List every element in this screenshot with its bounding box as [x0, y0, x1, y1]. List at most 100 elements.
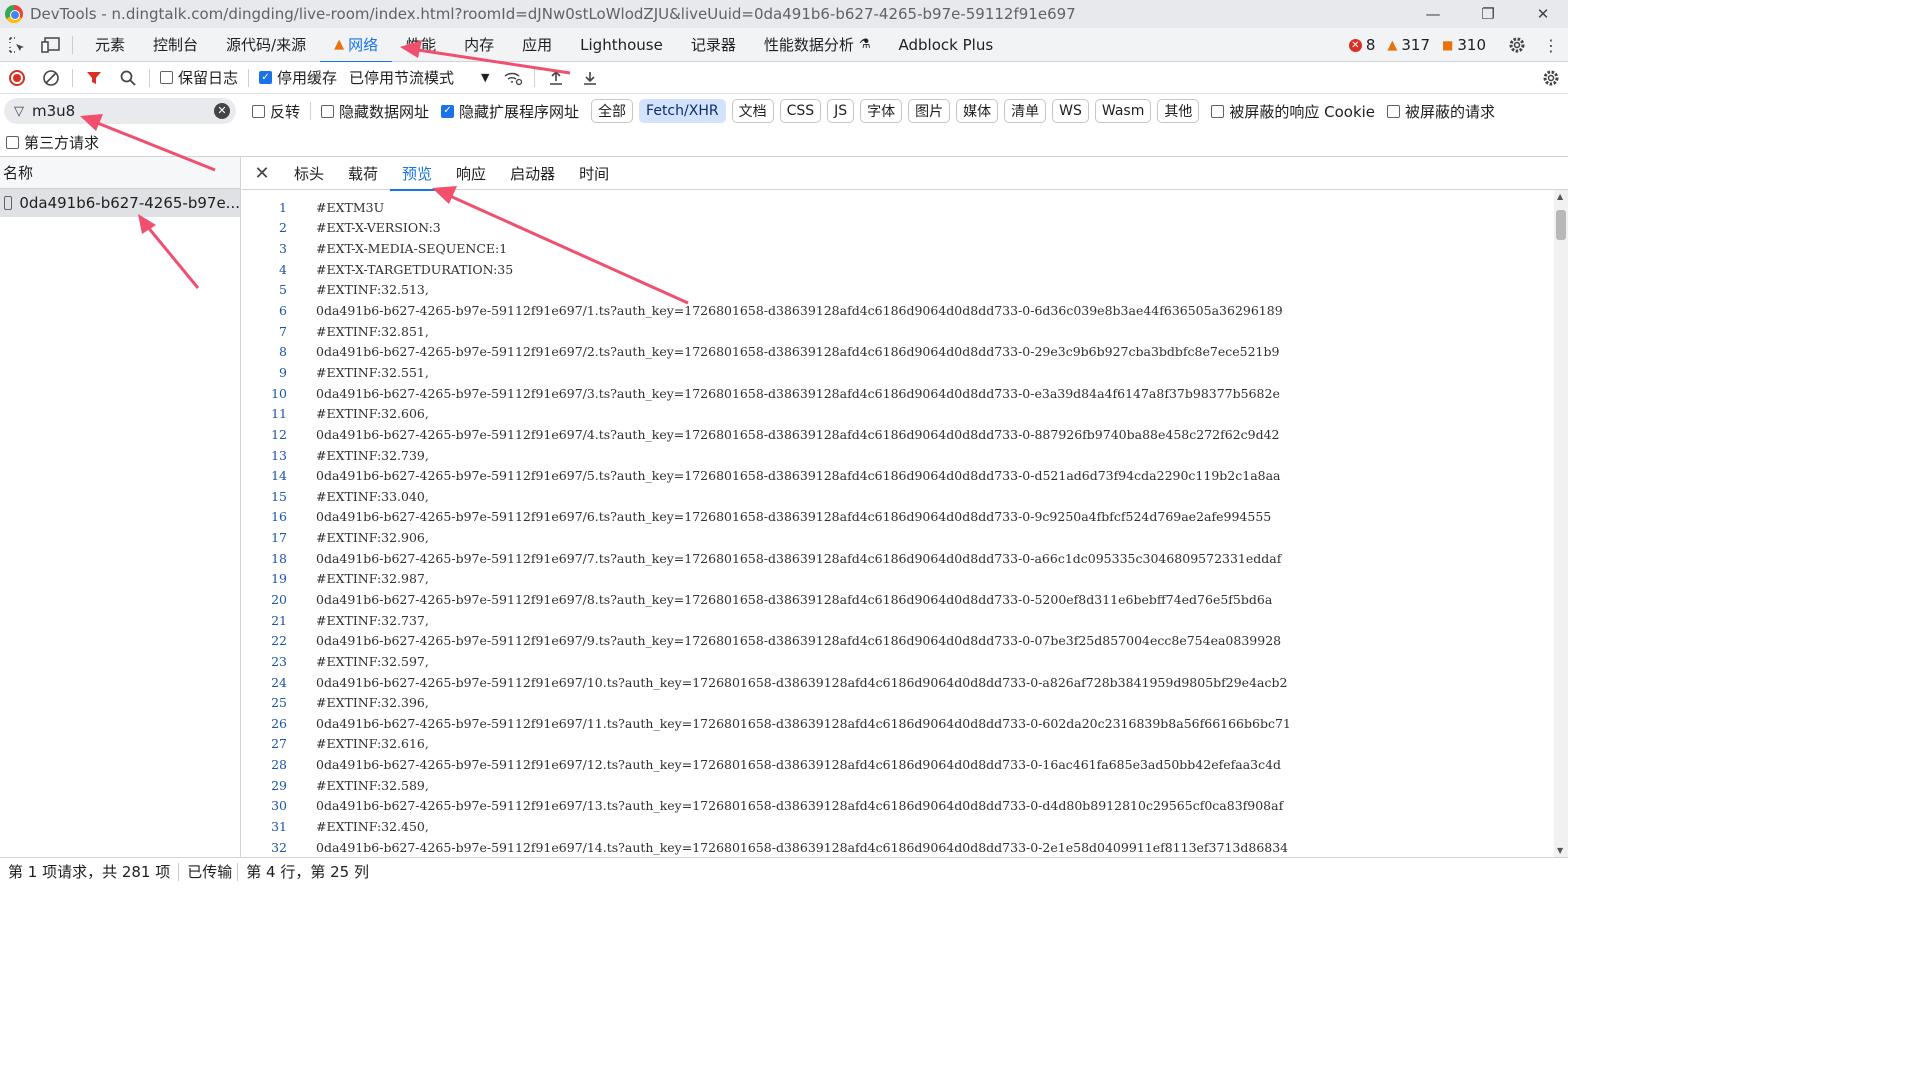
scroll-up-icon[interactable]: ▲: [1557, 192, 1563, 201]
tab-network[interactable]: ▲ 网络: [320, 28, 393, 63]
network-settings-button[interactable]: [1534, 62, 1568, 94]
network-toolbar: 保留日志 ✓ 停用缓存 已停用节流模式 ▼: [0, 62, 1568, 94]
blocked-cookies-checkbox[interactable]: 被屏蔽的响应 Cookie: [1205, 101, 1381, 122]
code-line: 4 #EXT-X-TARGETDURATION:35: [242, 259, 1552, 280]
clear-filter-icon[interactable]: ✕: [214, 103, 230, 119]
preview-content[interactable]: 1 #EXTM3U 2 #EXT-X-VERSION:3 3 #EXT-X-MEDIA-S…: [242, 197, 1552, 857]
line-number: 13: [271, 447, 287, 463]
minimize-button[interactable]: —: [1410, 0, 1456, 28]
line-number: 15: [271, 488, 287, 504]
filter-icon: ▽: [14, 103, 24, 119]
code-text: #EXT-X-VERSION:3: [316, 220, 441, 236]
network-conditions-button[interactable]: [496, 62, 530, 94]
hide-extension-urls-checkbox[interactable]: ✓ 隐藏扩展程序网址: [435, 101, 585, 122]
restore-button[interactable]: ❐: [1465, 0, 1511, 28]
filter-input[interactable]: ▽ m3u8 ✕: [4, 98, 236, 124]
cursor-position-status: 第 4 行，第 25 列: [246, 863, 369, 881]
throttle-select[interactable]: 已停用节流模式 ▼: [343, 67, 495, 88]
line-number: 10: [271, 385, 287, 401]
type-filter-media[interactable]: 媒体: [956, 99, 999, 123]
invert-checkbox[interactable]: 反转: [246, 101, 306, 122]
vertical-scrollbar[interactable]: ▲ ▼: [1554, 190, 1568, 857]
filter-toggle-button[interactable]: [77, 62, 111, 94]
close-window-button[interactable]: ✕: [1520, 0, 1566, 28]
type-filter-other[interactable]: 其他: [1157, 99, 1200, 123]
code-line: 6 0da491b6-b627-4265-b97e-59112f91e697/1.…: [242, 300, 1552, 321]
record-button[interactable]: [0, 62, 34, 94]
tab-console[interactable]: 控制台: [139, 28, 212, 62]
close-detail-icon[interactable]: ✕: [242, 157, 282, 190]
disable-cache-checkbox[interactable]: ✓ 停用缓存: [253, 67, 343, 88]
code-text: 0da491b6-b627-4265-b97e-59112f91e697/6.t…: [316, 509, 1272, 525]
device-toolbar-icon[interactable]: [34, 28, 68, 62]
code-line: 11 #EXTINF:32.606,: [242, 403, 1552, 424]
code-text: #EXTINF:32.597,: [316, 653, 429, 669]
search-icon: [120, 70, 136, 86]
code-text: #EXTINF:32.450,: [316, 819, 429, 835]
preserve-log-checkbox[interactable]: 保留日志: [154, 67, 244, 88]
export-har-button[interactable]: [573, 62, 607, 94]
code-text: 0da491b6-b627-4265-b97e-59112f91e697/3.t…: [316, 385, 1280, 401]
tab-lighthouse[interactable]: Lighthouse: [566, 28, 677, 62]
code-text: #EXTINF:33.040,: [316, 488, 429, 504]
type-filter-all[interactable]: 全部: [591, 99, 634, 123]
tab-adblock-plus[interactable]: Adblock Plus: [885, 28, 1008, 62]
code-line: 23 #EXTINF:32.597,: [242, 651, 1552, 672]
type-filter-img[interactable]: 图片: [908, 99, 951, 123]
code-line: 3 #EXT-X-MEDIA-SEQUENCE:1: [242, 238, 1552, 259]
tab-memory[interactable]: 内存: [450, 28, 508, 62]
hide-data-urls-checkbox[interactable]: 隐藏数据网址: [315, 101, 435, 122]
code-line: 29 #EXTINF:32.589,: [242, 775, 1552, 796]
detail-tabbar: ✕ 标头 载荷 预览 响应 启动器 时间: [242, 157, 1568, 191]
blocked-requests-checkbox[interactable]: 被屏蔽的请求: [1381, 101, 1501, 122]
request-name: 0da491b6-b627-4265-b97e...: [19, 194, 240, 212]
type-filter-fetch-xhr[interactable]: Fetch/XHR: [639, 99, 726, 123]
window-title: DevTools - n.dingtalk.com/dingding/live-…: [30, 5, 1076, 23]
checkbox-box: [160, 71, 173, 84]
third-party-checkbox[interactable]: 第三方请求: [0, 132, 105, 153]
tab-headers[interactable]: 标头: [282, 157, 336, 190]
tab-application[interactable]: 应用: [508, 28, 566, 62]
tab-preview[interactable]: 预览: [390, 157, 445, 191]
scrollbar-thumb[interactable]: [1556, 210, 1566, 240]
line-number: 14: [271, 468, 287, 484]
line-number: 27: [271, 736, 287, 752]
toolbar-divider: [72, 68, 73, 87]
name-column-header[interactable]: 名称: [0, 157, 240, 189]
code-line: 12 0da491b6-b627-4265-b97e-59112f91e697/4…: [242, 424, 1552, 445]
line-number: 28: [271, 757, 287, 773]
type-filter-font[interactable]: 字体: [860, 99, 903, 123]
settings-gear-icon[interactable]: [1500, 28, 1534, 62]
scroll-down-icon[interactable]: ▼: [1557, 846, 1563, 855]
tab-performance-insights[interactable]: 性能数据分析 ⚗: [750, 28, 885, 62]
request-row[interactable]: 0da491b6-b627-4265-b97e...: [0, 189, 240, 217]
type-filter-ws[interactable]: WS: [1052, 99, 1089, 123]
clear-button[interactable]: [34, 62, 68, 94]
error-count: 8: [1365, 36, 1376, 54]
tab-response[interactable]: 响应: [444, 157, 498, 190]
tab-performance[interactable]: 性能: [392, 28, 450, 62]
type-filter-doc[interactable]: 文档: [731, 99, 774, 123]
gear-icon: [1543, 70, 1559, 86]
type-filter-js[interactable]: JS: [827, 99, 855, 123]
type-filter-wasm[interactable]: Wasm: [1094, 99, 1152, 123]
tab-payload[interactable]: 载荷: [336, 157, 390, 190]
code-line: 2 #EXT-X-VERSION:3: [242, 218, 1552, 239]
search-button[interactable]: [111, 62, 145, 94]
tab-initiator[interactable]: 启动器: [498, 157, 567, 190]
document-icon: [4, 196, 13, 210]
tab-elements[interactable]: 元素: [81, 28, 139, 62]
type-filter-css[interactable]: CSS: [779, 99, 822, 123]
type-filter-manifest[interactable]: 清单: [1004, 99, 1047, 123]
tab-timing[interactable]: 时间: [567, 157, 621, 190]
more-options-icon[interactable]: ⋮: [1534, 28, 1568, 62]
checkbox-box: [321, 104, 335, 118]
code-text: #EXTINF:32.551,: [316, 364, 429, 380]
tab-recorder[interactable]: 记录器: [677, 28, 750, 62]
code-text: 0da491b6-b627-4265-b97e-59112f91e697/12.…: [316, 757, 1282, 773]
issue-counters[interactable]: ✕ 8 ▲ 317 ■ 310: [1348, 28, 1486, 62]
tab-sources[interactable]: 源代码/来源: [212, 28, 320, 62]
inspect-element-icon[interactable]: [0, 28, 34, 62]
line-number: 9: [279, 364, 287, 380]
import-har-button[interactable]: [539, 62, 573, 94]
